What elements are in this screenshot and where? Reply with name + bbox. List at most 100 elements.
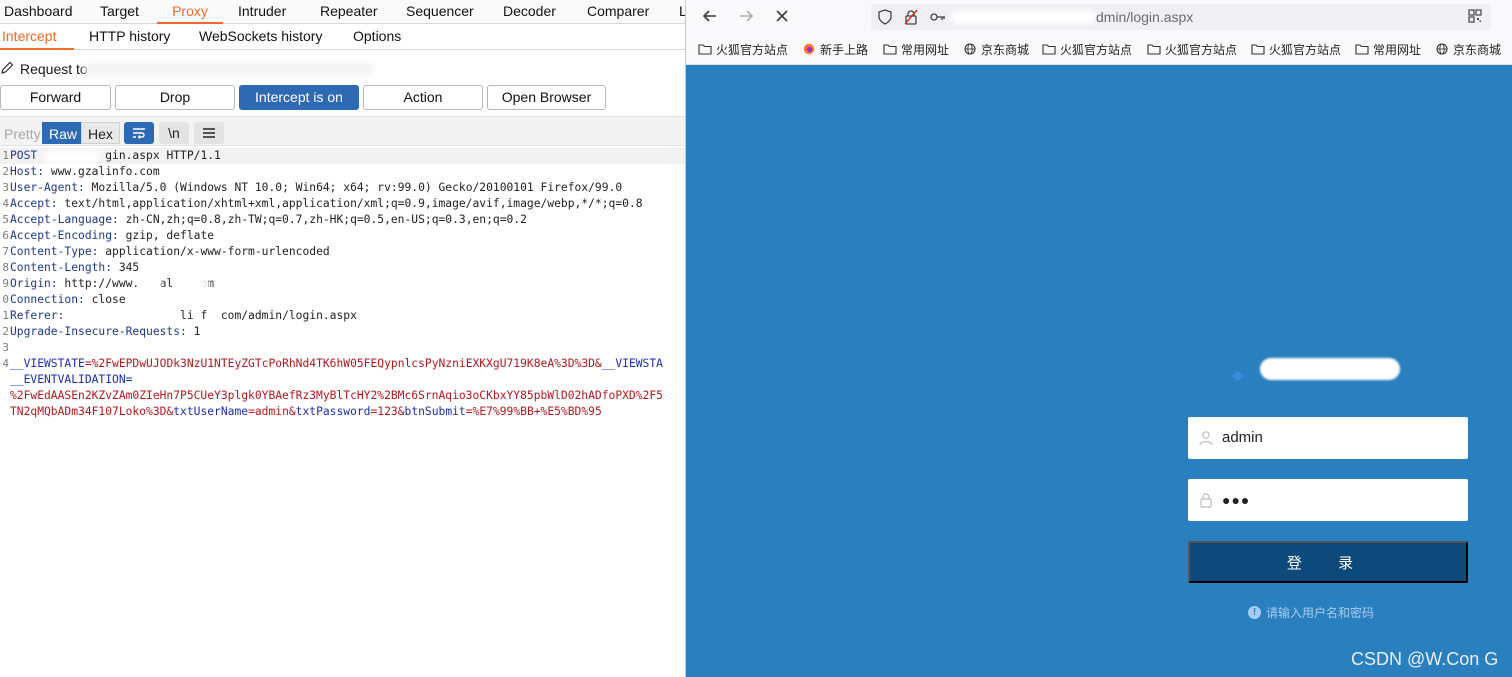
folder-icon <box>1251 44 1265 55</box>
body-line[interactable]: __EVENTVALIDATION= <box>0 372 685 388</box>
bookmark-item[interactable]: 常用网址 <box>883 42 949 58</box>
line-number: 0 <box>2 293 9 306</box>
bookmark-item[interactable]: 火狐官方站点 <box>1251 42 1341 58</box>
watermark: CSDN @W.Con G <box>1351 649 1499 669</box>
username-value: admin <box>1222 429 1263 446</box>
lock-icon <box>1200 493 1212 508</box>
body-line[interactable]: 4 __VIEWSTATE=%2FwEPDwUJODk3NzU1NTEyZGTcP… <box>0 356 685 372</box>
body-line[interactable]: TN2qMQbADm34F107Loko%3D&txtUserName=admi… <box>0 404 685 420</box>
tab-websockets-history[interactable]: WebSockets history <box>199 24 322 50</box>
request-line[interactable]: 5 Accept-Language: zh-CN,zh;q=0.8,zh-TW;q… <box>0 212 685 228</box>
logo-text-fragment <box>1372 368 1416 386</box>
stop-icon[interactable] <box>772 7 792 27</box>
tab-raw[interactable]: Raw <box>42 122 85 144</box>
tab-intruder[interactable]: Intruder <box>238 0 286 24</box>
tab-pretty[interactable]: Pretty <box>0 122 48 144</box>
qr-code-icon[interactable] <box>1467 9 1483 25</box>
bookmark-item[interactable]: 火狐官方站点 <box>698 42 788 58</box>
open-browser-button[interactable]: Open Browser <box>487 85 606 110</box>
newline-toggle-icon[interactable]: \n <box>159 122 189 144</box>
request-line-text: Host: www.gzalinfo.com <box>10 164 160 180</box>
line-number: 2 <box>2 165 9 178</box>
param-name: __VIEWSTA <box>601 357 663 370</box>
wrap-icon[interactable] <box>124 122 154 144</box>
param-name: txtPassword <box>295 405 371 418</box>
redaction <box>190 278 210 290</box>
password-field[interactable]: ●●● <box>1188 479 1468 521</box>
request-line[interactable]: 1 POST gin.aspx HTTP/1.1 <box>0 148 685 164</box>
password-value: ●●● <box>1222 492 1251 508</box>
bookmark-item[interactable]: 常用网址 <box>1355 42 1421 58</box>
request-line-text: Accept: text/html,application/xhtml+xml,… <box>10 196 643 212</box>
line-number: 8 <box>2 261 9 274</box>
bookmark-label: 京东商城 <box>981 43 1030 57</box>
request-line[interactable]: 3 User-Agent: Mozilla/5.0 (Windows NT 10.… <box>0 180 685 196</box>
request-line[interactable]: 6 Accept-Encoding: gzip, deflate <box>0 228 685 244</box>
bookmark-item[interactable]: 京东商城 <box>963 42 1029 58</box>
drop-button[interactable]: Drop <box>115 85 235 110</box>
request-line[interactable]: 2 Host: www.gzalinfo.com <box>0 164 685 180</box>
bookmark-label: 京东商城 <box>1453 43 1502 57</box>
line-number: 1 <box>2 149 9 162</box>
back-icon[interactable] <box>700 7 720 27</box>
tab-http-history[interactable]: HTTP history <box>89 24 170 50</box>
request-editor[interactable]: 1 POST gin.aspx HTTP/1.1 2 Host: www.gzalin… <box>0 148 685 677</box>
param-value: = <box>125 373 133 386</box>
key-icon[interactable] <box>929 9 945 25</box>
request-line[interactable]: 3 <box>0 340 685 356</box>
header-value: zh-CN,zh;q=0.8,zh-TW;q=0.7,zh-HK;q=0.5,e… <box>118 213 527 226</box>
username-field[interactable]: admin <box>1188 417 1468 459</box>
tab-comparer[interactable]: Comparer <box>587 0 649 24</box>
request-line[interactable]: 7 Content-Type: application/x-www-form-ur… <box>0 244 685 260</box>
header-value: text/html,application/xhtml+xml,applicat… <box>57 197 643 210</box>
firefox-icon <box>803 43 815 55</box>
bookmark-item[interactable]: 火狐官方站点 <box>1042 42 1132 58</box>
line-number: 6 <box>2 229 9 242</box>
tab-target[interactable]: Target <box>100 0 139 24</box>
body-line[interactable]: %2FwEdAASEn2KZvZAm0ZIeHn7P5CUeY3plgk0YBA… <box>0 388 685 404</box>
bookmarks-toolbar: 火狐官方站点 新手上路 常用网址 京东商城 火狐官方站点 火狐官方站点 火狐官方站点 常用网址… <box>686 35 1512 65</box>
param-value: %2FwEdAASEn2KZvZAm0ZIeHn7P5CUeY3plgk0YBA… <box>10 389 663 402</box>
request-line[interactable]: 4 Accept: text/html,application/xhtml+xml… <box>0 196 685 212</box>
shield-icon[interactable] <box>877 9 893 25</box>
tab-decoder[interactable]: Decoder <box>503 0 556 24</box>
request-line[interactable]: 0 Connection: close <box>0 292 685 308</box>
intercept-toggle-button[interactable]: Intercept is on <box>239 85 359 110</box>
request-line[interactable]: 2 Upgrade-Insecure-Requests: 1 <box>0 324 685 340</box>
param-value: =123& <box>370 405 405 418</box>
folder-icon <box>1147 44 1161 55</box>
param-name: __VIEWSTATE <box>10 357 85 370</box>
param-value: =%E7%99%BB+%E5%BD%95 <box>465 405 602 418</box>
url-text[interactable]: dmin/login.aspx <box>1096 8 1193 26</box>
forward-icon[interactable] <box>736 7 756 27</box>
tab-dashboard[interactable]: Dashboard <box>4 0 73 24</box>
tab-repeater[interactable]: Repeater <box>320 0 378 24</box>
url-bar[interactable]: dmin/login.aspx <box>871 4 1491 30</box>
folder-icon <box>1355 44 1369 55</box>
tab-proxy[interactable]: Proxy <box>157 0 223 24</box>
insecure-lock-icon[interactable] <box>903 9 919 25</box>
header-name: Origin: <box>10 277 58 290</box>
tab-sequencer[interactable]: Sequencer <box>406 0 474 24</box>
request-line[interactable]: 9 Origin: http://www. al om <box>0 276 685 292</box>
tab-intercept[interactable]: Intercept <box>0 24 74 50</box>
menu-icon[interactable] <box>194 122 224 144</box>
login-hint: ! 请输入用户名和密码 <box>1248 605 1374 621</box>
header-name: Host: <box>10 165 45 178</box>
folder-icon <box>883 44 897 55</box>
login-button[interactable]: 登 录 <box>1188 541 1468 583</box>
request-line-text: Accept-Encoding: gzip, deflate <box>10 228 214 244</box>
bookmark-label: 火狐官方站点 <box>1060 43 1133 57</box>
request-line[interactable]: 8 Content-Length: 345 <box>0 260 685 276</box>
forward-button[interactable]: Forward <box>0 85 111 110</box>
tab-options[interactable]: Options <box>353 24 401 50</box>
bookmark-item[interactable]: 京东商城 <box>1435 42 1501 58</box>
bookmark-item[interactable]: 新手上路 <box>802 42 868 58</box>
tab-hex[interactable]: Hex <box>81 122 120 144</box>
line-number: 1 <box>2 309 9 322</box>
burp-suite-pane: Dashboard Target Proxy Intruder Repeater… <box>0 0 685 677</box>
action-button[interactable]: Action <box>363 85 483 110</box>
bookmark-item[interactable]: 火狐官方站点 <box>1147 42 1237 58</box>
bookmark-label: 火狐官方站点 <box>1165 43 1238 57</box>
user-icon <box>1199 431 1213 446</box>
